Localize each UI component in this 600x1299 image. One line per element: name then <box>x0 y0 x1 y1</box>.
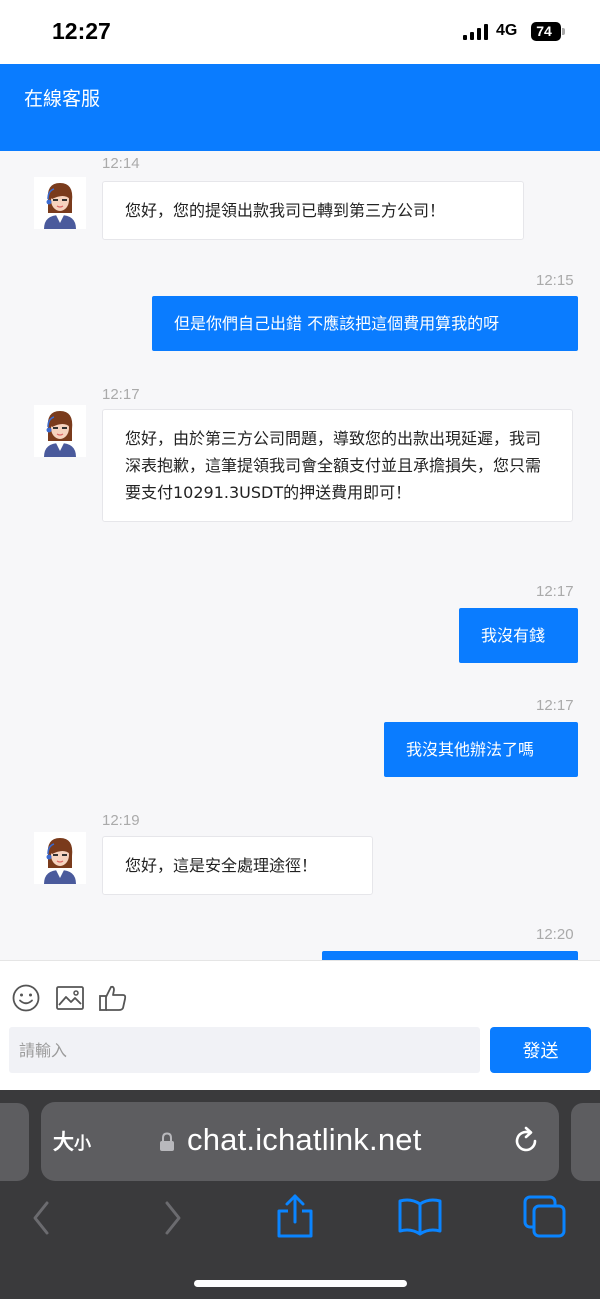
home-indicator <box>194 1280 407 1287</box>
share-icon[interactable] <box>274 1192 316 1240</box>
message-timestamp: 12:17 <box>536 583 574 600</box>
browser-toolbar: 大小 chat.ichatlink.net <box>0 1090 600 1299</box>
reload-icon[interactable] <box>511 1125 543 1157</box>
outgoing-message-bubble: 我沒其他辦法了嗎 <box>384 722 578 777</box>
send-button[interactable]: 發送 <box>490 1027 591 1073</box>
incoming-message-bubble: 您好，這是安全處理途徑！ <box>102 836 373 895</box>
text-size-big: 大 <box>53 1130 74 1154</box>
message-composer: 發送 <box>0 960 600 1090</box>
address-bar[interactable]: 大小 chat.ichatlink.net <box>41 1102 559 1181</box>
network-type: 4G <box>496 22 518 39</box>
message-timestamp: 12:20 <box>536 926 574 943</box>
previous-tab-preview[interactable] <box>0 1103 29 1181</box>
next-tab-preview[interactable] <box>571 1103 600 1181</box>
text-size-small: 小 <box>74 1134 91 1154</box>
url-text: chat.ichatlink.net <box>187 1122 422 1157</box>
smiley-icon[interactable] <box>11 983 41 1013</box>
message-timestamp: 12:14 <box>102 155 140 172</box>
app-header: 在線客服 <box>0 64 600 151</box>
image-icon[interactable] <box>55 983 85 1013</box>
message-timestamp: 12:17 <box>536 697 574 714</box>
agent-avatar-icon <box>34 405 86 457</box>
status-bar: 12:27 4G 74 <box>0 0 600 64</box>
incoming-message-bubble: 您好，您的提領出款我司已轉到第三方公司！ <box>102 181 524 240</box>
message-timestamp: 12:15 <box>536 272 574 289</box>
page-title: 在線客服 <box>24 88 101 110</box>
back-icon[interactable] <box>22 1198 62 1238</box>
chat-area[interactable]: 12:14 您好，您的提領出款我司已轉到第三方公司！ 12:15 但是你們自己出… <box>0 151 600 960</box>
message-input[interactable] <box>9 1027 480 1073</box>
outgoing-message-bubble: 我沒有錢 <box>459 608 578 663</box>
forward-icon[interactable] <box>152 1198 192 1238</box>
outgoing-message-bubble <box>322 951 578 960</box>
agent-avatar-icon <box>34 832 86 884</box>
bookmarks-icon[interactable] <box>397 1196 443 1236</box>
agent-avatar-icon <box>34 177 86 229</box>
tabs-icon[interactable] <box>522 1194 568 1240</box>
incoming-message-bubble: 您好，由於第三方公司問題，導致您的出款出現延遲，我司深表抱歉，這筆提領我司會全額… <box>102 409 573 522</box>
lock-icon <box>160 1132 174 1151</box>
message-timestamp: 12:19 <box>102 812 140 829</box>
message-timestamp: 12:17 <box>102 386 140 403</box>
outgoing-message-bubble: 但是你們自己出錯 不應該把這個費用算我的呀 <box>152 296 578 351</box>
battery-level: 74 <box>536 23 552 39</box>
status-time: 12:27 <box>52 18 111 44</box>
battery-icon: 74 <box>531 22 565 41</box>
message-input-wrapper <box>9 1027 480 1073</box>
cellular-signal-icon <box>463 24 489 40</box>
thumbs-up-icon[interactable] <box>98 983 128 1013</box>
text-size-button[interactable]: 大小 <box>53 1126 91 1156</box>
